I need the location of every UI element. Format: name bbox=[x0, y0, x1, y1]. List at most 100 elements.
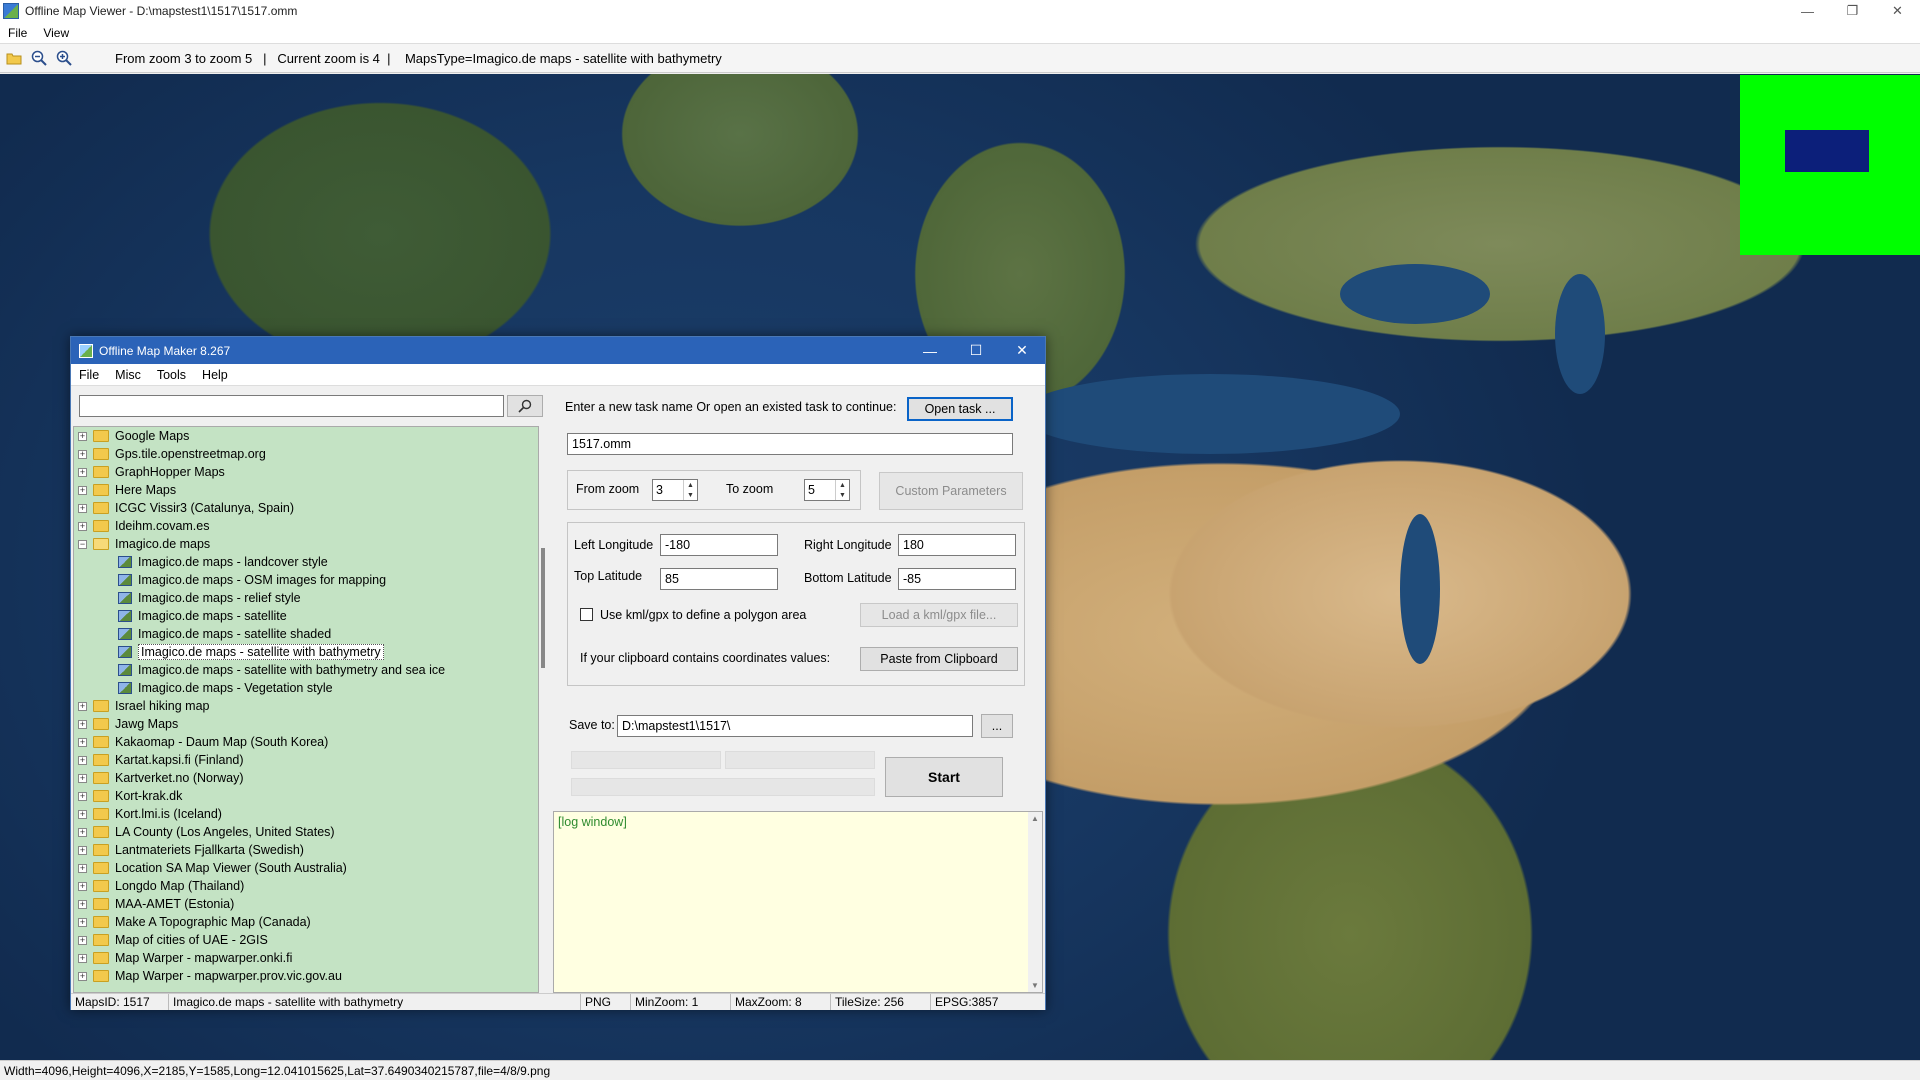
dialog-close-button[interactable]: ✕ bbox=[999, 337, 1045, 364]
maximize-button[interactable]: ❐ bbox=[1830, 0, 1875, 22]
overview-map[interactable] bbox=[1740, 75, 1920, 255]
right-longitude-input[interactable] bbox=[898, 534, 1016, 556]
tree-scrollbar[interactable] bbox=[539, 426, 549, 993]
tree-folder-item[interactable]: + Make A Topographic Map (Canada) bbox=[74, 913, 538, 931]
zoom-out-icon[interactable] bbox=[28, 47, 50, 69]
tree-folder-item[interactable]: + Here Maps bbox=[74, 481, 538, 499]
search-input[interactable] bbox=[79, 395, 504, 417]
log-scrollbar[interactable]: ▲ ▼ bbox=[1028, 812, 1042, 992]
up-arrow-icon[interactable]: ▲ bbox=[687, 482, 694, 489]
expand-icon[interactable]: + bbox=[78, 791, 87, 801]
from-zoom-stepper[interactable]: 3 ▲ ▼ bbox=[652, 479, 698, 501]
tree-folder-item[interactable]: + Longdo Map (Thailand) bbox=[74, 877, 538, 895]
load-kml-button[interactable]: Load a kml/gpx file... bbox=[860, 603, 1018, 627]
menu-view[interactable]: View bbox=[35, 26, 77, 40]
tree-map-item[interactable]: Imagico.de maps - satellite shaded bbox=[74, 625, 538, 643]
to-zoom-stepper[interactable]: 5 ▲ ▼ bbox=[804, 479, 850, 501]
expand-icon[interactable]: + bbox=[78, 809, 87, 819]
tree-map-item[interactable]: Imagico.de maps - satellite with bathyme… bbox=[74, 661, 538, 679]
expand-icon[interactable]: + bbox=[78, 935, 87, 945]
scroll-down-icon[interactable]: ▼ bbox=[1031, 981, 1039, 990]
expand-icon[interactable]: + bbox=[78, 953, 87, 963]
expand-icon[interactable]: + bbox=[78, 971, 87, 981]
expand-icon[interactable]: + bbox=[78, 845, 87, 855]
tree-map-item[interactable]: Imagico.de maps - Vegetation style bbox=[74, 679, 538, 697]
tree-folder-item[interactable]: + ICGC Vissir3 (Catalunya, Spain) bbox=[74, 499, 538, 517]
expand-icon[interactable]: + bbox=[78, 881, 87, 891]
tree-folder-item[interactable]: + Ideihm.covam.es bbox=[74, 517, 538, 535]
expand-icon[interactable]: + bbox=[78, 431, 87, 441]
collapse-icon[interactable]: − bbox=[78, 539, 87, 549]
tree-folder-item[interactable]: + Map Warper - mapwarper.prov.vic.gov.au bbox=[74, 967, 538, 985]
start-button[interactable]: Start bbox=[885, 757, 1003, 797]
expand-icon[interactable]: + bbox=[78, 755, 87, 765]
tree-folder-item[interactable]: + Kort.lmi.is (Iceland) bbox=[74, 805, 538, 823]
open-folder-icon[interactable] bbox=[3, 47, 25, 69]
close-button[interactable]: ✕ bbox=[1875, 0, 1920, 22]
tree-folder-item[interactable]: + Map Warper - mapwarper.onki.fi bbox=[74, 949, 538, 967]
log-window[interactable]: [log window] ▲ ▼ bbox=[553, 811, 1043, 993]
down-arrow-icon[interactable]: ▼ bbox=[839, 492, 846, 499]
menu-file[interactable]: File bbox=[0, 26, 35, 40]
tree-folder-item[interactable]: + Location SA Map Viewer (South Australia… bbox=[74, 859, 538, 877]
tree-map-item[interactable]: Imagico.de maps - landcover style bbox=[74, 553, 538, 571]
dialog-menu-file[interactable]: File bbox=[71, 368, 107, 382]
tree-folder-item[interactable]: − Imagico.de maps bbox=[74, 535, 538, 553]
expand-icon[interactable]: + bbox=[78, 485, 87, 495]
expand-icon[interactable]: + bbox=[78, 701, 87, 711]
tree-folder-item[interactable]: + Kakaomap - Daum Map (South Korea) bbox=[74, 733, 538, 751]
map-source-tree[interactable]: + Google Maps + Gps.tile.openstreetmap.org +… bbox=[73, 426, 539, 993]
up-arrow-icon[interactable]: ▲ bbox=[839, 482, 846, 489]
tree-folder-item[interactable]: + Kort-krak.dk bbox=[74, 787, 538, 805]
minimize-button[interactable]: — bbox=[1785, 0, 1830, 22]
scroll-up-icon[interactable]: ▲ bbox=[1031, 814, 1039, 823]
tree-folder-item[interactable]: + Jawg Maps bbox=[74, 715, 538, 733]
tree-map-item[interactable]: Imagico.de maps - relief style bbox=[74, 589, 538, 607]
expand-icon[interactable]: + bbox=[78, 521, 87, 531]
tree-folder-item[interactable]: + GraphHopper Maps bbox=[74, 463, 538, 481]
overview-viewport[interactable] bbox=[1785, 130, 1869, 172]
tree-folder-item[interactable]: + Israel hiking map bbox=[74, 697, 538, 715]
zoom-in-icon[interactable] bbox=[53, 47, 75, 69]
top-latitude-input[interactable] bbox=[660, 568, 778, 590]
tree-map-item[interactable]: Imagico.de maps - satellite bbox=[74, 607, 538, 625]
tree-map-item[interactable]: Imagico.de maps - OSM images for mapping bbox=[74, 571, 538, 589]
bottom-latitude-input[interactable] bbox=[898, 568, 1016, 590]
tree-scrollbar-thumb[interactable] bbox=[541, 548, 545, 668]
browse-button[interactable]: ... bbox=[981, 714, 1013, 738]
tree-folder-item[interactable]: + Map of cities of UAE - 2GIS bbox=[74, 931, 538, 949]
task-name-input[interactable] bbox=[567, 433, 1013, 455]
left-longitude-input[interactable] bbox=[660, 534, 778, 556]
paste-clipboard-button[interactable]: Paste from Clipboard bbox=[860, 647, 1018, 671]
to-zoom-arrows[interactable]: ▲ ▼ bbox=[835, 480, 849, 500]
dialog-menu-help[interactable]: Help bbox=[194, 368, 236, 382]
tree-folder-item[interactable]: + Gps.tile.openstreetmap.org bbox=[74, 445, 538, 463]
tree-folder-item[interactable]: + LA County (Los Angeles, United States) bbox=[74, 823, 538, 841]
tree-folder-item[interactable]: + Google Maps bbox=[74, 427, 538, 445]
tree-folder-item[interactable]: + Lantmateriets Fjallkarta (Swedish) bbox=[74, 841, 538, 859]
expand-icon[interactable]: + bbox=[78, 467, 87, 477]
expand-icon[interactable]: + bbox=[78, 773, 87, 783]
custom-parameters-button[interactable]: Custom Parameters bbox=[879, 472, 1023, 510]
open-task-button[interactable]: Open task ... bbox=[907, 397, 1013, 421]
expand-icon[interactable]: + bbox=[78, 449, 87, 459]
dialog-maximize-button[interactable]: ☐ bbox=[953, 337, 999, 364]
search-button[interactable] bbox=[507, 395, 543, 417]
use-kml-checkbox[interactable] bbox=[580, 608, 593, 621]
expand-icon[interactable]: + bbox=[78, 899, 87, 909]
save-path-input[interactable] bbox=[617, 715, 973, 737]
tree-folder-item[interactable]: + Kartverket.no (Norway) bbox=[74, 769, 538, 787]
tree-folder-item[interactable]: + MAA-AMET (Estonia) bbox=[74, 895, 538, 913]
dialog-menu-tools[interactable]: Tools bbox=[149, 368, 194, 382]
tree-map-item[interactable]: Imagico.de maps - satellite with bathyme… bbox=[74, 643, 538, 661]
tree-folder-item[interactable]: + Kartat.kapsi.fi (Finland) bbox=[74, 751, 538, 769]
expand-icon[interactable]: + bbox=[78, 503, 87, 513]
dialog-minimize-button[interactable]: — bbox=[907, 337, 953, 364]
from-zoom-arrows[interactable]: ▲ ▼ bbox=[683, 480, 697, 500]
expand-icon[interactable]: + bbox=[78, 719, 87, 729]
expand-icon[interactable]: + bbox=[78, 917, 87, 927]
expand-icon[interactable]: + bbox=[78, 863, 87, 873]
expand-icon[interactable]: + bbox=[78, 737, 87, 747]
expand-icon[interactable]: + bbox=[78, 827, 87, 837]
dialog-menu-misc[interactable]: Misc bbox=[107, 368, 149, 382]
